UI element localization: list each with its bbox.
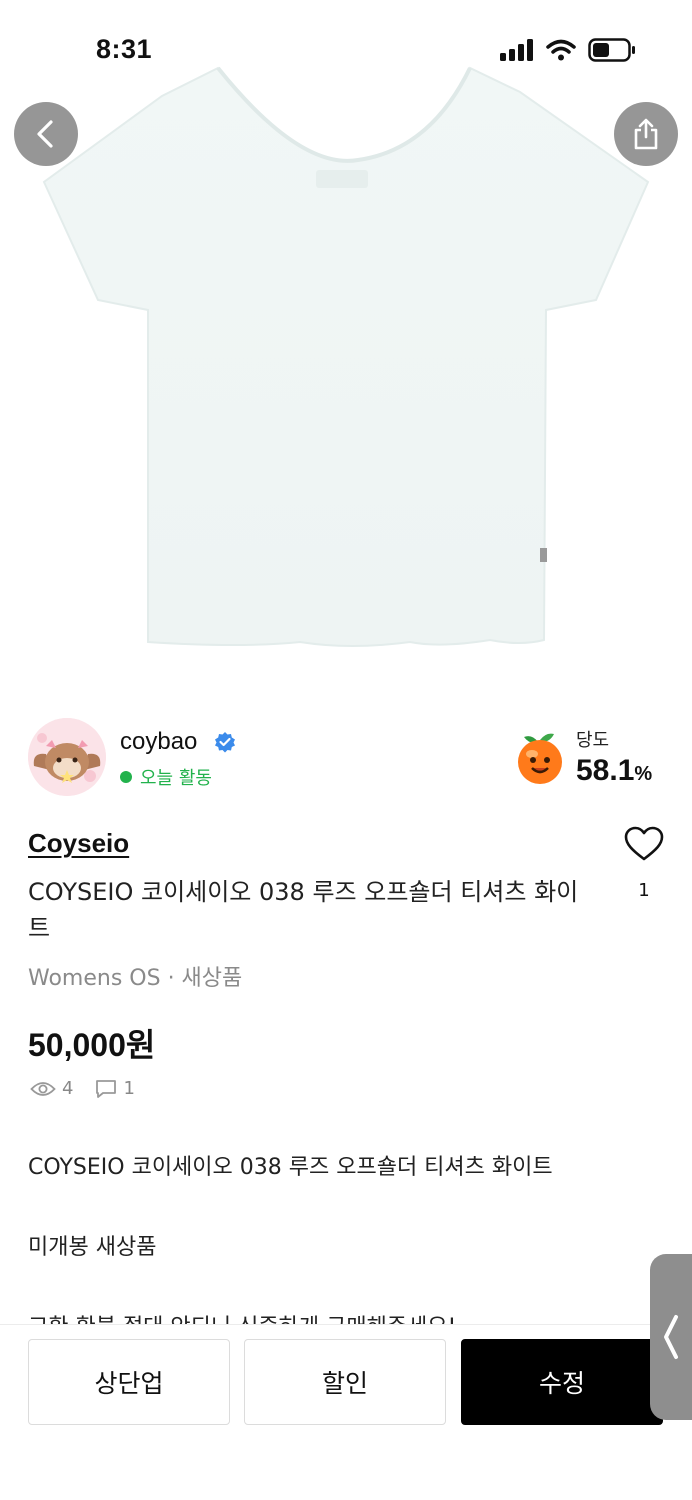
back-arrow-icon xyxy=(37,120,53,148)
activity-status: 오늘 활동 xyxy=(120,764,212,790)
chevron-left-icon xyxy=(664,1315,678,1359)
back-button[interactable] xyxy=(14,102,78,166)
bottom-action-bar: 상단업 할인 수정 xyxy=(0,1324,692,1500)
description-line: 교환,환불 절대 안되니 신중하게 구매해주세요! xyxy=(28,1314,628,1324)
bump-button[interactable]: 상단업 xyxy=(28,1339,230,1425)
tshirt-image xyxy=(42,66,650,647)
product-price: 50,000원 xyxy=(28,1027,156,1063)
like-button[interactable]: 1 xyxy=(622,826,666,901)
description-clip: COYSEIO 코이세이오 038 루즈 오프숄더 티셔츠 화이트 미개봉 새상… xyxy=(0,1120,692,1324)
avatar[interactable] xyxy=(28,718,106,796)
like-count: 1 xyxy=(638,880,650,901)
sweetness-label: 당도 xyxy=(576,730,610,751)
seller-row[interactable]: coybao 오늘 활동 당도 58.1% xyxy=(28,718,664,800)
description: COYSEIO 코이세이오 038 루즈 오프숄더 티셔츠 화이트 미개봉 새상… xyxy=(28,1154,628,1324)
status-icons xyxy=(500,38,636,62)
product-stats: 4 1 xyxy=(30,1078,135,1099)
product-title: COYSEIO 코이세이오 038 루즈 오프숄더 티셔츠 화이트 xyxy=(28,878,579,942)
edit-button[interactable]: 수정 xyxy=(461,1339,663,1425)
sweetness-value: 58.1% xyxy=(576,754,652,788)
chat-count: 1 xyxy=(123,1078,135,1099)
view-count: 4 xyxy=(62,1078,74,1099)
eye-icon xyxy=(30,1081,56,1096)
discount-button[interactable]: 할인 xyxy=(244,1339,446,1425)
share-button[interactable] xyxy=(614,102,678,166)
heart-icon xyxy=(624,826,664,861)
status-time: 8:31 xyxy=(96,34,153,64)
description-line: 미개봉 새상품 xyxy=(28,1235,157,1260)
product-meta: Womens OS · 새상품 xyxy=(28,966,243,991)
battery-icon xyxy=(588,38,635,62)
seller-name[interactable]: coybao xyxy=(120,728,197,756)
online-dot xyxy=(120,771,132,783)
signal-icon xyxy=(500,39,533,61)
chat-icon xyxy=(96,1079,117,1098)
wifi-icon xyxy=(546,39,576,61)
avatar-image xyxy=(28,718,106,796)
activity-label: 오늘 활동 xyxy=(140,768,212,789)
sweetness-number: 58.1 xyxy=(576,754,635,787)
verified-badge-icon xyxy=(215,732,235,753)
brand-link[interactable]: Coyseio xyxy=(28,828,129,859)
peach-icon xyxy=(518,733,562,784)
product-image[interactable] xyxy=(0,0,692,690)
side-drawer-handle[interactable] xyxy=(650,1254,692,1420)
share-icon xyxy=(634,118,658,150)
sweetness-unit: % xyxy=(634,763,653,785)
description-line: COYSEIO 코이세이오 038 루즈 오프숄더 티셔츠 화이트 xyxy=(28,1155,553,1180)
